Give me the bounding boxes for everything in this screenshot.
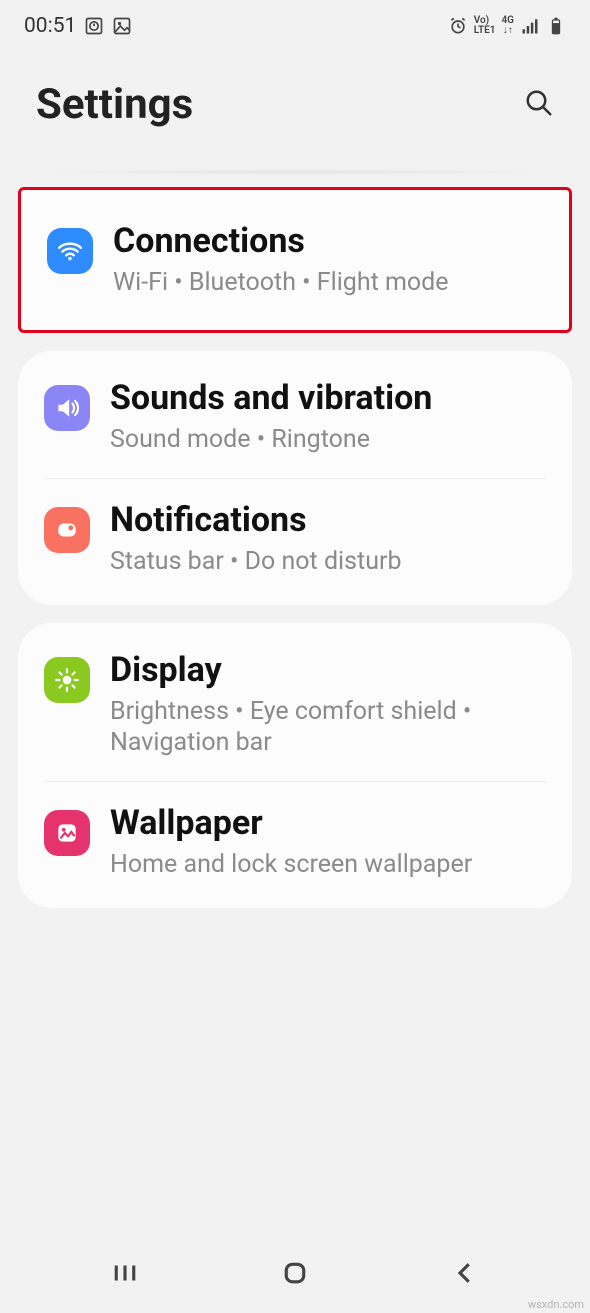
search-button[interactable]: [524, 88, 554, 122]
row-subtitle: Sound mode • Ringtone: [110, 424, 546, 455]
row-subtitle: Home and lock screen wallpaper: [110, 849, 546, 880]
row-text: Wallpaper Home and lock screen wallpaper: [110, 804, 546, 880]
row-text: Sounds and vibration Sound mode • Ringto…: [110, 379, 546, 455]
settings-card-display-wallpaper: Display Brightness • Eye comfort shield …: [18, 623, 572, 908]
image-icon: [112, 16, 132, 36]
row-title: Connections: [113, 222, 543, 261]
row-text: Display Brightness • Eye comfort shield …: [110, 651, 546, 759]
signal-icon: [520, 16, 540, 36]
row-text: Connections Wi‑Fi • Bluetooth • Flight m…: [113, 222, 543, 298]
nav-home-button[interactable]: [280, 1258, 310, 1292]
settings-row-display[interactable]: Display Brightness • Eye comfort shield …: [18, 629, 572, 781]
notification-icon: [44, 507, 90, 553]
page-title: Settings: [36, 80, 193, 129]
settings-row-wallpaper[interactable]: Wallpaper Home and lock screen wallpaper: [44, 781, 546, 902]
alarm-icon: [448, 16, 468, 36]
navigation-bar: [0, 1243, 590, 1313]
status-right: Vo) LTE1 4G ↓↑: [448, 16, 566, 36]
search-bar-shadow: [20, 169, 570, 175]
volte-bottom: LTE1: [474, 26, 496, 36]
back-icon: [450, 1258, 480, 1288]
settings-groups: Connections Wi‑Fi • Bluetooth • Flight m…: [0, 187, 590, 908]
nav-recents-button[interactable]: [110, 1258, 140, 1292]
row-title: Notifications: [110, 501, 546, 540]
settings-header: Settings: [0, 48, 590, 169]
network-arrows: ↓↑: [503, 26, 513, 36]
settings-row-sounds[interactable]: Sounds and vibration Sound mode • Ringto…: [18, 357, 572, 477]
settings-card-connections: Connections Wi‑Fi • Bluetooth • Flight m…: [18, 187, 572, 333]
status-left: 00:51: [24, 14, 132, 38]
row-subtitle: Status bar • Do not disturb: [110, 546, 546, 577]
nav-back-button[interactable]: [450, 1258, 480, 1292]
network-indicator: 4G ↓↑: [501, 16, 514, 36]
settings-row-connections[interactable]: Connections Wi‑Fi • Bluetooth • Flight m…: [21, 200, 569, 320]
battery-icon: [546, 16, 566, 36]
brightness-icon: [44, 657, 90, 703]
clock-app-icon: [84, 16, 104, 36]
row-subtitle: Wi‑Fi • Bluetooth • Flight mode: [113, 267, 543, 298]
row-subtitle: Brightness • Eye comfort shield • Naviga…: [110, 696, 546, 759]
row-title: Sounds and vibration: [110, 379, 546, 418]
status-time: 00:51: [24, 14, 76, 38]
settings-card-sound-notif: Sounds and vibration Sound mode • Ringto…: [18, 351, 572, 605]
wallpaper-icon: [44, 810, 90, 856]
status-bar: 00:51 Vo) LTE1 4G ↓↑: [0, 0, 590, 48]
wifi-icon: [47, 228, 93, 274]
recents-icon: [110, 1258, 140, 1288]
volte-indicator: Vo) LTE1: [474, 16, 496, 36]
row-title: Display: [110, 651, 546, 690]
row-text: Notifications Status bar • Do not distur…: [110, 501, 546, 577]
home-icon: [280, 1258, 310, 1288]
row-title: Wallpaper: [110, 804, 546, 843]
watermark: wsxdn.com: [528, 1298, 584, 1311]
settings-row-notifications[interactable]: Notifications Status bar • Do not distur…: [44, 478, 546, 599]
search-icon: [524, 88, 554, 118]
speaker-icon: [44, 385, 90, 431]
